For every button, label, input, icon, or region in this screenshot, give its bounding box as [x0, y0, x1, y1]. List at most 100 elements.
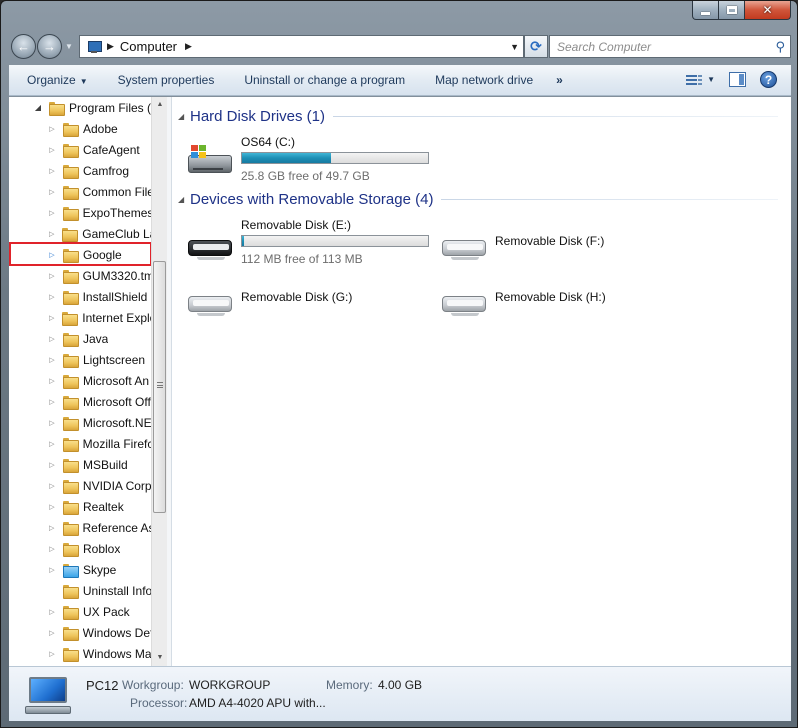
tree-item[interactable]: ▷ Microsoft An	[9, 370, 151, 391]
expand-triangle-icon[interactable]: ▷	[47, 419, 57, 427]
breadcrumb-computer[interactable]: Computer	[120, 39, 177, 54]
expand-triangle-icon[interactable]: ▷	[47, 566, 57, 574]
group-header-hard-disk[interactable]: ◢ Hard Disk Drives (1)	[178, 105, 778, 127]
chevron-down-icon: ▼	[79, 77, 88, 86]
tree-item[interactable]: ▷ Reference As	[9, 517, 151, 538]
system-properties-button[interactable]: System properties	[103, 73, 230, 87]
expand-triangle-icon[interactable]: ▷	[47, 146, 57, 154]
expand-triangle-icon[interactable]: ▷	[47, 398, 57, 406]
search-icon[interactable]: ⚲	[775, 39, 785, 55]
uninstall-program-button[interactable]: Uninstall or change a program	[229, 73, 420, 87]
expand-triangle-icon[interactable]: ▷	[47, 377, 57, 385]
close-button[interactable]: ✕	[745, 1, 791, 20]
expand-triangle-icon[interactable]: ▷	[47, 125, 57, 133]
tree-item-program-files[interactable]: ◢ Program Files (	[9, 97, 151, 118]
scrollbar-thumb[interactable]	[153, 261, 166, 513]
tree-item[interactable]: ▷ Mozilla Firefc	[9, 433, 151, 454]
navigation-scrollbar[interactable]: ▲ ▼	[151, 97, 167, 666]
expand-triangle-icon[interactable]: ▷	[47, 167, 57, 175]
tree-item[interactable]: ▷Uninstall Info	[9, 580, 151, 601]
tree-item-label: Lightscreen	[83, 352, 146, 367]
help-icon[interactable]: ?	[760, 71, 777, 88]
tree-item[interactable]: ▷ Internet Explo	[9, 307, 151, 328]
expand-triangle-icon[interactable]: ▷	[47, 608, 57, 616]
tree-item[interactable]: ▷ Java	[9, 328, 151, 349]
tree-item[interactable]: ▷ Microsoft.NE	[9, 412, 151, 433]
tree-item-label: Microsoft Off	[83, 394, 151, 409]
forward-button[interactable]: →	[37, 34, 62, 59]
tree-item-label: Microsoft An	[83, 373, 150, 388]
drive-free-space: 25.8 GB free of 49.7 GB	[241, 169, 370, 183]
drive-usage-fill	[242, 153, 331, 163]
address-bar[interactable]: ▶ Computer ▶ ▼	[79, 35, 524, 58]
tree-item[interactable]: ▷ GameClub La	[9, 223, 151, 244]
expand-triangle-icon[interactable]: ▷	[47, 503, 57, 511]
expand-triangle-icon[interactable]: ▷	[47, 188, 57, 196]
change-view-icon[interactable]	[686, 73, 703, 87]
folder-icon	[62, 626, 79, 641]
breadcrumb-separator-icon[interactable]: ▶	[107, 41, 114, 52]
expand-triangle-icon[interactable]: ▷	[47, 482, 57, 490]
tree-item[interactable]: ▷ CafeAgent	[9, 139, 151, 160]
scroll-up-icon[interactable]: ▲	[152, 97, 167, 113]
expand-triangle-icon[interactable]: ▷	[47, 461, 57, 469]
expand-triangle-icon[interactable]: ▷	[47, 272, 57, 280]
back-arrow-icon: ←	[17, 39, 30, 54]
tree-item[interactable]: ▷ UX Pack	[9, 601, 151, 622]
expand-triangle-icon[interactable]: ▷	[47, 440, 57, 448]
expand-triangle-icon[interactable]: ▷	[47, 356, 57, 364]
maximize-button[interactable]	[719, 1, 745, 20]
expand-triangle-icon[interactable]: ▷	[47, 230, 56, 238]
tree-item[interactable]: ▷ GUM3320.tm	[9, 265, 151, 286]
search-input[interactable]: Search Computer ⚲	[549, 35, 791, 58]
expand-triangle-icon[interactable]: ▷	[47, 545, 57, 553]
tree-item[interactable]: ▷ Roblox	[9, 538, 151, 559]
tree-item[interactable]: ▷ Windows Ma	[9, 643, 151, 664]
map-network-drive-button[interactable]: Map network drive	[420, 73, 548, 87]
drive-f[interactable]: Removable Disk (F:)	[440, 218, 690, 270]
collapse-triangle-icon[interactable]: ◢	[178, 112, 190, 121]
tree-item[interactable]: ▷ InstallShield I	[9, 286, 151, 307]
expand-triangle-icon[interactable]: ▷	[47, 650, 57, 658]
drive-e[interactable]: Removable Disk (E:) 112 MB free of 113 M…	[186, 218, 436, 270]
drive-g[interactable]: Removable Disk (G:)	[186, 274, 436, 326]
tree-item[interactable]: ▷ Windows Def	[9, 622, 151, 643]
group-header-removable[interactable]: ◢ Devices with Removable Storage (4)	[178, 188, 778, 210]
refresh-button[interactable]: ⟳	[524, 35, 548, 58]
tree-item[interactable]: ▷ Adobe	[9, 118, 151, 139]
more-commands-button[interactable]: »	[548, 73, 578, 87]
tree-item[interactable]: ▷ Microsoft Off	[9, 391, 151, 412]
expand-triangle-icon[interactable]: ▷	[47, 629, 57, 637]
expand-triangle-icon[interactable]: ▷	[47, 524, 57, 532]
tree-item[interactable]: ▷ Lightscreen	[9, 349, 151, 370]
explorer-window: ✕ ← → ▼ ▶ Computer ▶ ▼ ⟳ Search Computer…	[0, 0, 798, 728]
tree-item[interactable]: ▷ Skype	[9, 559, 151, 580]
expand-triangle-icon[interactable]: ▷	[47, 314, 56, 322]
tree-item[interactable]: ▷ Realtek	[9, 496, 151, 517]
preview-pane-icon[interactable]	[729, 72, 746, 87]
removable-disk-icon	[440, 284, 488, 316]
tree-item[interactable]: ▷ NVIDIA Corp	[9, 475, 151, 496]
tree-item[interactable]: ▷ Camfrog	[9, 160, 151, 181]
organize-button[interactable]: Organize ▼	[9, 73, 103, 87]
expand-triangle-icon[interactable]: ▷	[47, 209, 57, 217]
scroll-down-icon[interactable]: ▼	[152, 650, 167, 666]
drive-c[interactable]: OS64 (C:) 25.8 GB free of 49.7 GB	[186, 135, 436, 187]
folder-icon	[63, 332, 79, 347]
expand-triangle-icon[interactable]: ▷	[47, 293, 57, 301]
address-dropdown-icon[interactable]: ▼	[510, 42, 519, 52]
expanded-triangle-icon[interactable]: ◢	[33, 103, 43, 112]
drive-h[interactable]: Removable Disk (H:)	[440, 274, 690, 326]
group-title: Hard Disk Drives (1)	[190, 107, 326, 125]
minimize-button[interactable]	[692, 1, 719, 20]
folder-icon	[63, 605, 79, 620]
tree-item[interactable]: ▷ Common File	[9, 181, 151, 202]
breadcrumb-chevron-icon[interactable]: ▶	[185, 41, 192, 52]
tree-item[interactable]: ▷ MSBuild	[9, 454, 151, 475]
view-options-dropdown-icon[interactable]: ▼	[707, 75, 715, 84]
collapse-triangle-icon[interactable]: ◢	[178, 195, 190, 204]
tree-item[interactable]: ▷ ExpoThemes	[9, 202, 151, 223]
expand-triangle-icon[interactable]: ▷	[47, 335, 57, 343]
recent-pages-dropdown[interactable]: ▼	[65, 42, 73, 51]
back-button[interactable]: ←	[11, 34, 36, 59]
